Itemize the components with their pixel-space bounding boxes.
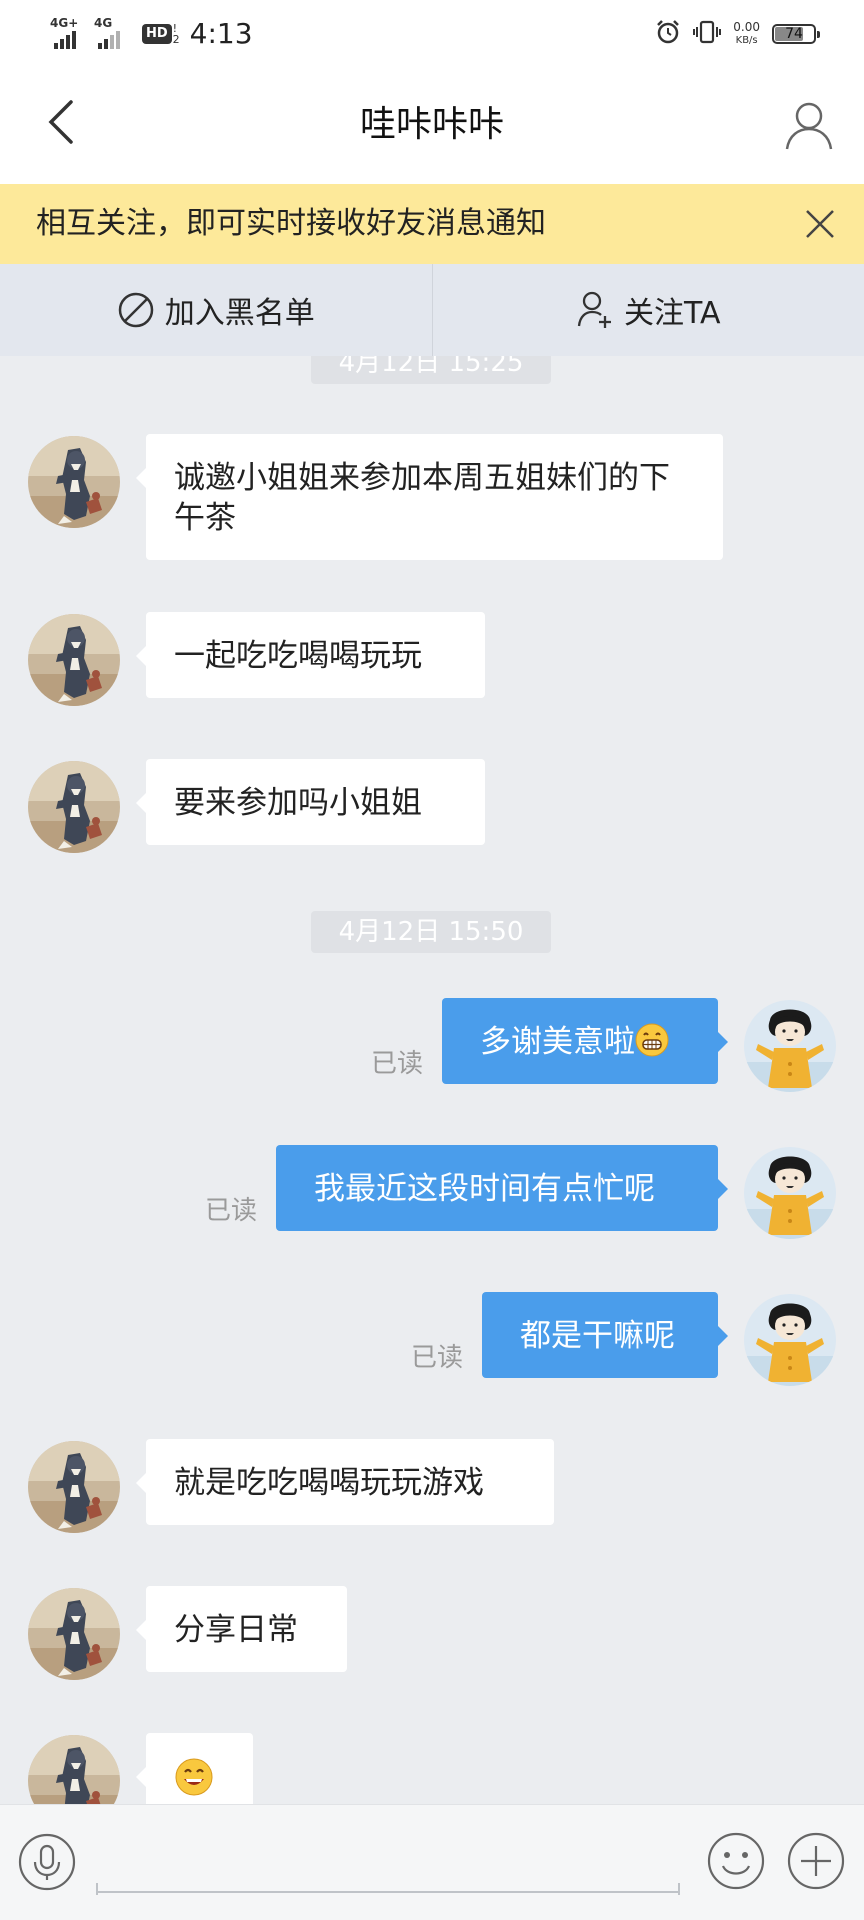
contact-avatar[interactable] — [28, 761, 120, 853]
message-input[interactable] — [96, 1825, 680, 1893]
message-text: 诚邀小姐姐来参加本周五姐妹们的下午茶 — [174, 460, 670, 536]
action-bar: 加入黑名单 关注TA — [0, 264, 864, 356]
message-bubble[interactable]: 一起吃吃喝喝玩玩 — [136, 612, 485, 698]
timestamp: 4月12日 15:25 — [311, 356, 551, 384]
status-bar-left: 4G+ 4G HD ! 2 4:13 — [50, 16, 253, 52]
message-text: 我最近这段时间有点忙呢 — [314, 1171, 655, 1207]
message-bubble[interactable]: 分享日常 — [136, 1586, 347, 1672]
chat-screen: 4G+ 4G HD ! 2 4:13 0.00 KB/s 74 哇咔咔咔 相互关… — [0, 0, 864, 1920]
clock: 4:13 — [189, 17, 253, 50]
my-avatar[interactable] — [744, 1294, 836, 1386]
read-receipt: 已读 — [411, 1343, 464, 1373]
hd-badge: HD — [142, 24, 172, 44]
message-text: 一起吃吃喝喝玩玩 — [174, 638, 422, 674]
block-icon — [118, 292, 153, 328]
contact-avatar[interactable] — [28, 436, 120, 528]
message-text: 要来参加吗小姐姐 — [174, 785, 422, 821]
timestamp: 4月12日 15:50 — [311, 911, 551, 953]
title-bar: 哇咔咔咔 — [0, 66, 864, 184]
battery-level: 74 — [785, 26, 803, 42]
alarm-icon — [655, 19, 681, 49]
microphone-icon — [18, 1833, 76, 1891]
more-options-button[interactable] — [786, 1831, 846, 1891]
message-text: 就是吃吃喝喝玩玩游戏 — [174, 1465, 484, 1501]
contact-avatar[interactable] — [28, 614, 120, 706]
follow-button[interactable]: 关注TA — [433, 264, 864, 356]
notice-close-button[interactable] — [798, 202, 842, 246]
vibrate-icon — [693, 19, 722, 49]
grin-emoji-icon — [635, 1023, 669, 1057]
message-bubble[interactable]: 都是干嘛呢 — [482, 1292, 728, 1378]
contact-avatar[interactable] — [28, 1588, 120, 1680]
follow-notice-banner: 相互关注，即可实时接收好友消息通知 — [0, 184, 864, 264]
message-list[interactable]: 4月12日 15:25 诚邀小姐姐来参加本周五姐妹们的下午茶 一起吃吃喝喝玩玩 — [0, 356, 864, 1804]
hd-sub-label: 2 — [172, 33, 180, 46]
page-title: 哇咔咔咔 — [359, 104, 504, 145]
network-type-label: 4G+ — [50, 16, 79, 30]
contact-avatar[interactable] — [28, 1735, 120, 1804]
voice-button[interactable] — [18, 1833, 76, 1891]
read-receipt: 已读 — [205, 1196, 258, 1226]
read-receipt: 已读 — [371, 1049, 424, 1079]
status-bar-right: 0.00 KB/s 74 — [655, 16, 820, 52]
user-icon — [785, 102, 833, 150]
message-text: 都是干嘛呢 — [520, 1318, 675, 1354]
add-to-blacklist-button[interactable]: 加入黑名单 — [0, 264, 432, 356]
message-bubble[interactable]: 我最近这段时间有点忙呢 — [276, 1145, 728, 1231]
message-bubble[interactable]: 就是吃吃喝喝玩玩游戏 — [136, 1439, 554, 1525]
net-speed-unit: KB/s — [735, 35, 758, 46]
close-icon — [806, 210, 834, 238]
message-bubble[interactable]: 诚邀小姐姐来参加本周五姐妹们的下午茶 — [136, 434, 723, 560]
add-user-icon — [577, 291, 611, 328]
smile-emoji-icon — [174, 1757, 214, 1797]
emoji-button[interactable] — [706, 1831, 766, 1891]
add-to-blacklist-label: 加入黑名单 — [164, 296, 315, 331]
contact-avatar[interactable] — [28, 1441, 120, 1533]
smiley-icon — [707, 1832, 765, 1890]
network-type-label-secondary: 4G — [94, 16, 113, 30]
input-bar — [0, 1804, 864, 1920]
message-bubble[interactable]: 多谢美意啦 — [442, 998, 728, 1084]
net-speed-value: 0.00 — [733, 20, 760, 34]
signal-icon-secondary: 4G — [94, 17, 130, 51]
battery-icon: 74 — [772, 24, 820, 44]
message-text: 多谢美意啦 — [480, 1024, 635, 1060]
status-bar: 4G+ 4G HD ! 2 4:13 0.00 KB/s 74 — [0, 0, 864, 66]
message-bubble[interactable]: 要来参加吗小姐姐 — [136, 759, 485, 845]
follow-label: 关注TA — [623, 296, 721, 331]
profile-button[interactable] — [780, 96, 838, 154]
message-text: 分享日常 — [174, 1612, 298, 1648]
net-speed: 0.00 KB/s — [733, 21, 760, 47]
message-bubble[interactable] — [136, 1733, 253, 1804]
plus-icon — [787, 1832, 845, 1890]
hd-voice-icon: HD ! 2 — [142, 23, 180, 45]
follow-notice-text: 相互关注，即可实时接收好友消息通知 — [36, 206, 546, 241]
my-avatar[interactable] — [744, 1147, 836, 1239]
signal-icon: 4G+ — [50, 17, 86, 51]
my-avatar[interactable] — [744, 1000, 836, 1092]
